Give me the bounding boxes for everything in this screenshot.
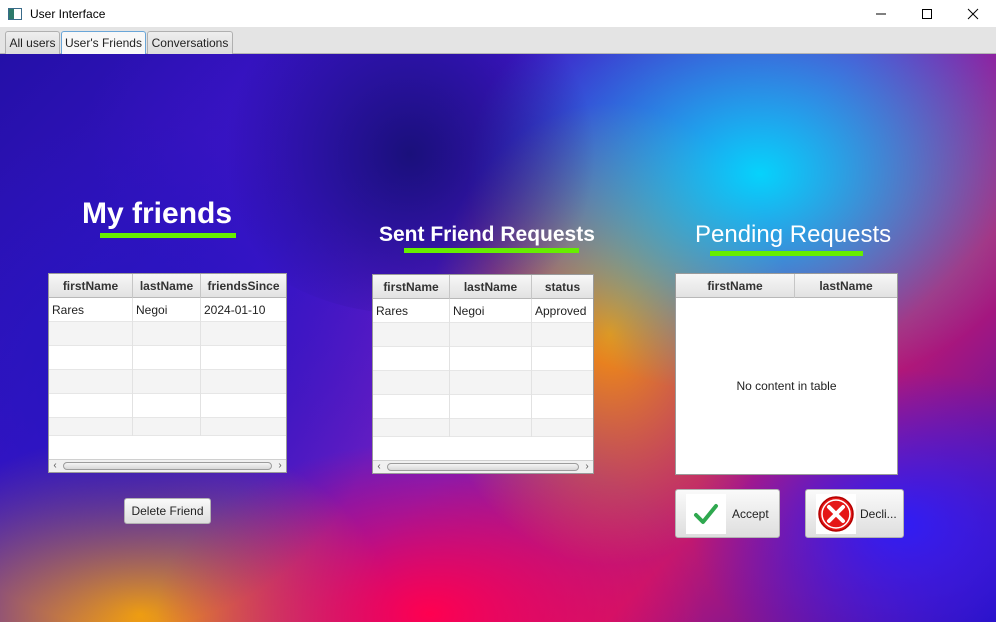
decline-icon-box (816, 493, 856, 534)
decline-button[interactable]: Decli... (805, 489, 904, 538)
column-header[interactable]: firstName (676, 274, 795, 298)
decline-label: Decli... (860, 506, 897, 521)
pending-table-header: firstName lastName (676, 274, 897, 298)
table-row-empty (49, 346, 286, 370)
table-cell: Negoi (450, 299, 532, 323)
column-header[interactable]: firstName (49, 274, 133, 298)
scroll-left-icon[interactable]: ‹ (373, 461, 385, 473)
title-bar: User Interface (0, 0, 996, 27)
scroll-thumb[interactable] (387, 463, 579, 471)
column-header[interactable]: friendsSince (201, 274, 286, 298)
table-cell: Negoi (133, 298, 201, 322)
delete-friend-button[interactable]: Delete Friend (124, 498, 211, 524)
friends-table[interactable]: firstName lastName friendsSince Rares Ne… (48, 273, 287, 473)
my-friends-underline (100, 233, 236, 238)
sent-table-header: firstName lastName status (373, 275, 593, 299)
scroll-right-icon[interactable]: › (581, 461, 593, 473)
table-row-empty (49, 394, 286, 418)
accept-label: Accept (732, 506, 769, 521)
window-controls (858, 0, 996, 27)
table-row-empty (49, 418, 286, 436)
sent-horizontal-scrollbar[interactable]: ‹ › (373, 460, 593, 473)
my-friends-heading: My friends (82, 197, 233, 230)
sent-table-body: Rares Negoi Approved (373, 299, 593, 437)
empty-table-message: No content in table (736, 379, 837, 393)
table-row-empty (49, 322, 286, 346)
sent-requests-heading: Sent Friend Requests (379, 223, 595, 246)
accept-button[interactable]: Accept (675, 489, 780, 538)
tab-conversations[interactable]: Conversations (147, 31, 233, 54)
table-row-empty (373, 323, 593, 347)
column-header[interactable]: firstName (373, 275, 450, 299)
table-row[interactable]: Rares Negoi Approved (373, 299, 593, 323)
column-header[interactable]: lastName (795, 274, 897, 298)
column-header[interactable]: lastName (133, 274, 201, 298)
table-row-empty (373, 419, 593, 437)
table-cell: Rares (373, 299, 450, 323)
table-row-empty (49, 370, 286, 394)
table-row-empty (373, 395, 593, 419)
tab-bar: All users User's Friends Conversations (0, 27, 996, 54)
friends-horizontal-scrollbar[interactable]: ‹ › (49, 459, 286, 472)
sent-requests-underline (404, 248, 579, 253)
pending-requests-table[interactable]: firstName lastName No content in table (675, 273, 898, 475)
scroll-right-icon[interactable]: › (274, 460, 286, 472)
table-row[interactable]: Rares Negoi 2024-01-10 (49, 298, 286, 322)
checkmark-icon (694, 503, 718, 524)
maximize-icon (922, 8, 932, 19)
minimize-icon (876, 13, 886, 14)
minimize-button[interactable] (858, 0, 904, 27)
scroll-thumb[interactable] (63, 462, 272, 470)
tab-content: My friends firstName lastName friendsSin… (0, 54, 996, 622)
window-title: User Interface (30, 6, 106, 21)
close-icon (967, 8, 979, 19)
x-circle-icon (818, 495, 854, 532)
maximize-button[interactable] (904, 0, 950, 27)
table-cell: 2024-01-10 (204, 303, 266, 317)
app-icon (8, 7, 22, 20)
pending-requests-heading: Pending Requests (695, 221, 892, 248)
column-header[interactable]: lastName (450, 275, 532, 299)
friends-table-body: Rares Negoi 2024-01-10 (49, 298, 286, 436)
tab-all-users[interactable]: All users (5, 31, 60, 54)
table-row-empty (373, 347, 593, 371)
table-cell: Approved (535, 304, 587, 318)
tab-users-friends[interactable]: User's Friends (61, 31, 146, 54)
column-header[interactable]: status (532, 275, 593, 299)
table-cell: Rares (49, 298, 133, 322)
pending-requests-underline (710, 251, 863, 256)
table-row-empty (373, 371, 593, 395)
close-button[interactable] (950, 0, 996, 27)
accept-icon-box (686, 493, 726, 534)
scroll-left-icon[interactable]: ‹ (49, 460, 61, 472)
friends-table-header: firstName lastName friendsSince (49, 274, 286, 298)
sent-requests-table[interactable]: firstName lastName status Rares Negoi Ap… (372, 274, 594, 474)
